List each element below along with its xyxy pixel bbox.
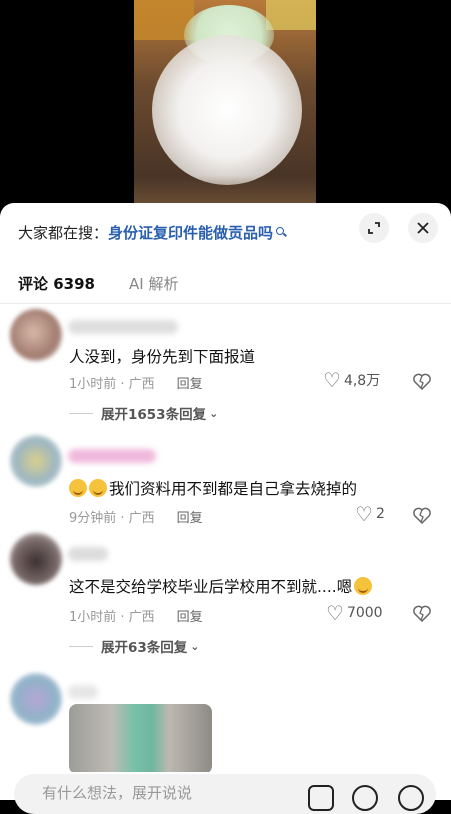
comments-sheet: 大家都在搜： 身份证复印件能做贡品吗 评论 6398 AI 解析 人没到，身份先… [0,203,451,800]
avatar[interactable] [10,533,62,585]
close-button[interactable] [408,213,438,243]
expand-replies-label: 展开1653条回复 [101,407,207,423]
heart-icon: ♡ [326,601,344,625]
tab-ai-analysis[interactable]: AI 解析 [129,273,178,294]
avatar[interactable] [10,673,62,725]
comment-meta: 9分钟前 · 广西 回复 [69,507,203,526]
dislike-icon[interactable] [413,373,431,391]
video-smoke [152,35,302,185]
heart-icon: ♡ [355,502,373,526]
comment-text[interactable]: 这不是交给学校毕业后学校用不到就....嗯 [69,575,374,597]
username[interactable] [68,320,178,334]
comment-image[interactable] [69,704,212,774]
search-icon [276,227,286,237]
like-count: 4,8万 [343,373,381,389]
image-icon[interactable] [308,785,334,811]
emoji-icon[interactable] [398,785,424,811]
laugh-cry-emoji-icon [354,577,373,595]
tab-divider [0,303,451,304]
search-suggestion[interactable]: 大家都在搜： 身份证复印件能做贡品吗 [18,221,286,243]
expand-icon [368,222,380,234]
reply-button[interactable]: 回复 [177,606,203,625]
close-icon [417,222,429,234]
expand-line [69,645,93,647]
video-detail [266,0,316,30]
like-button[interactable]: ♡ 4,8万 [323,370,380,390]
comment-time: 9分钟前 · 广西 [69,511,155,526]
reply-button[interactable]: 回复 [177,507,203,526]
like-count: 7000 [346,605,383,621]
expand-replies-label: 展开63条回复 [101,640,188,656]
comment-input-bar: 有什么想法，展开说说 [0,772,451,814]
expand-replies-button[interactable]: 展开1653条回复 ⌄ [69,403,218,423]
dislike-icon[interactable] [413,605,431,623]
expand-line [69,412,93,414]
avatar[interactable] [10,309,62,361]
comment-time: 1小时前 · 广西 [69,610,155,625]
reply-button[interactable]: 回复 [177,373,203,392]
search-term[interactable]: 身份证复印件能做贡品吗 [108,222,273,243]
like-count: 2 [375,506,385,522]
video-background [0,0,451,215]
expand-button[interactable] [359,213,389,243]
search-prefix: 大家都在搜： [18,223,109,242]
comment-text-content: 这不是交给学校毕业后学校用不到就....嗯 [69,578,353,596]
laugh-cry-emoji-icon [69,479,87,497]
avatar[interactable] [10,435,62,487]
heart-icon: ♡ [323,368,341,392]
laugh-cry-emoji-icon [89,479,107,497]
like-button[interactable]: ♡ 2 [355,504,385,524]
username[interactable] [68,547,108,561]
comment-meta: 1小时前 · 广西 回复 [69,606,203,625]
dislike-icon[interactable] [413,507,431,525]
mention-icon[interactable] [352,785,378,811]
chevron-down-icon: ⌄ [190,639,200,653]
comment-time: 1小时前 · 广西 [69,377,155,392]
expand-replies-button[interactable]: 展开63条回复 ⌄ [69,636,200,656]
username[interactable] [68,449,156,463]
tab-comments[interactable]: 评论 6398 [18,273,95,294]
username[interactable] [68,685,98,699]
comment-meta: 1小时前 · 广西 回复 [69,373,203,392]
comment-text[interactable]: 人没到，身份先到下面报道 [69,345,255,367]
comment-text-content: 我们资料用不到都是自己拿去烧掉的 [109,480,358,498]
comment-text[interactable]: 我们资料用不到都是自己拿去烧掉的 [69,477,357,499]
chevron-down-icon: ⌄ [209,406,219,420]
like-button[interactable]: ♡ 7000 [326,603,383,623]
video-preview[interactable] [134,0,316,215]
comment-tabs: 评论 6398 AI 解析 [18,273,178,294]
